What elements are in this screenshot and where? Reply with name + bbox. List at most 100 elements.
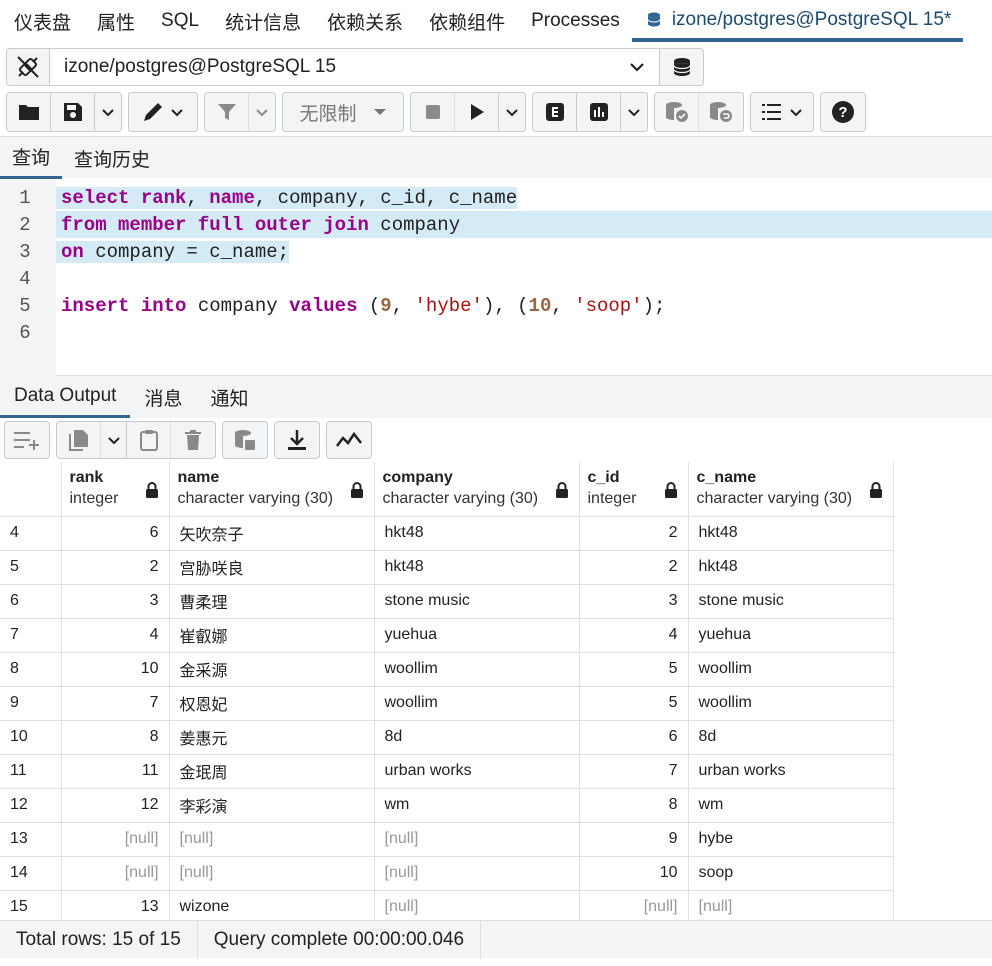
explain-button[interactable] [533,93,577,131]
table-cell[interactable]: urban works [688,754,894,789]
table-cell[interactable]: woollim [374,686,580,721]
table-cell[interactable]: 2 [61,550,170,585]
table-cell[interactable]: hybe [688,822,894,857]
execute-dropdown-button[interactable] [499,93,525,131]
table-cell[interactable]: 8d [688,720,894,755]
copy-button[interactable] [57,422,101,458]
row-number[interactable]: 8 [0,652,62,687]
table-cell[interactable]: [null] [61,822,170,857]
table-cell[interactable]: 12 [61,788,170,823]
table-cell[interactable]: 7 [579,754,689,789]
table-cell[interactable]: [null] [374,856,580,891]
table-cell[interactable]: yuehua [688,618,894,653]
copy-dropdown-button[interactable] [101,422,127,458]
table-cell[interactable]: [null] [374,822,580,857]
row-number[interactable]: 15 [0,890,62,925]
table-cell[interactable]: 10 [579,856,689,891]
tab-dashboard[interactable]: 仪表盘 [0,0,83,42]
table-cell[interactable]: 9 [579,822,689,857]
table-cell[interactable]: 矢吹奈子 [169,516,375,551]
table-cell[interactable]: wm [688,788,894,823]
table-row[interactable]: 4 6 矢吹奈子 hkt48 2 hkt48 [0,516,894,551]
table-cell[interactable]: woollim [688,652,894,687]
table-cell[interactable]: [null] [579,890,689,925]
add-row-button[interactable] [5,422,49,458]
table-cell[interactable]: [null] [169,856,375,891]
table-cell[interactable]: 8 [61,720,170,755]
table-cell[interactable]: soop [688,856,894,891]
open-file-button[interactable] [7,93,51,131]
table-row[interactable]: 5 2 宫胁咲良 hkt48 2 hkt48 [0,550,894,585]
edit-menu-button[interactable] [129,93,197,131]
column-header-name[interactable]: name character varying (30) [169,462,375,517]
table-row[interactable]: 12 12 李彩演 wm 8 wm [0,788,894,823]
table-cell[interactable]: [null] [169,822,375,857]
table-cell[interactable]: 7 [61,686,170,721]
tab-sql[interactable]: SQL [147,0,211,42]
table-cell[interactable]: stone music [374,584,580,619]
tab-dependencies[interactable]: 依赖关系 [313,0,415,42]
table-cell[interactable]: 6 [579,720,689,755]
tab-statistics[interactable]: 统计信息 [211,0,313,42]
tab-processes[interactable]: Processes [517,0,632,42]
table-cell[interactable]: stone music [688,584,894,619]
table-cell[interactable]: 4 [61,618,170,653]
row-limit-select[interactable]: 无限制 [283,93,403,131]
delete-button[interactable] [171,422,215,458]
column-header-c-name[interactable]: c_name character varying (30) [688,462,894,517]
table-row[interactable]: 8 10 金采源 woollim 5 woollim [0,652,894,687]
table-row[interactable]: 7 4 崔叡娜 yuehua 4 yuehua [0,618,894,653]
table-row[interactable]: 9 7 权恩妃 woollim 5 woollim [0,686,894,721]
row-number[interactable]: 11 [0,754,62,789]
paste-button[interactable] [127,422,171,458]
row-number[interactable]: 6 [0,584,62,619]
table-cell[interactable]: 宫胁咲良 [169,550,375,585]
column-header-c-id[interactable]: c_id integer [579,462,689,517]
tab-query-tool[interactable]: izone/postgres@PostgreSQL 15* [631,0,964,42]
filter-dropdown-button[interactable] [249,93,275,131]
table-cell[interactable]: hkt48 [688,550,894,585]
table-cell[interactable]: woollim [374,652,580,687]
table-cell[interactable]: 13 [61,890,170,925]
table-cell[interactable]: 李彩演 [169,788,375,823]
sql-editor[interactable]: 1 select rank, name, company, c_id, c_na… [0,180,992,376]
column-header-company[interactable]: company character varying (30) [374,462,580,517]
table-cell[interactable]: 3 [579,584,689,619]
tab-dependents[interactable]: 依赖组件 [415,0,517,42]
table-row[interactable]: 10 8 姜惠元 8d 6 8d [0,720,894,755]
table-cell[interactable]: wm [374,788,580,823]
row-number[interactable]: 5 [0,550,62,585]
table-cell[interactable]: 6 [61,516,170,551]
stop-button[interactable] [411,93,455,131]
row-number[interactable]: 12 [0,788,62,823]
save-dropdown-button[interactable] [95,93,121,131]
save-button[interactable] [51,93,95,131]
row-number[interactable]: 4 [0,516,62,551]
table-cell[interactable]: 权恩妃 [169,686,375,721]
table-cell[interactable]: 10 [61,652,170,687]
connection-select[interactable]: izone/postgres@PostgreSQL 15 [50,48,660,86]
macros-button[interactable] [751,93,813,131]
table-cell[interactable]: hkt48 [688,516,894,551]
explain-analyze-button[interactable] [577,93,621,131]
table-cell[interactable]: urban works [374,754,580,789]
table-cell[interactable]: wizone [169,890,375,925]
table-cell[interactable]: 11 [61,754,170,789]
table-cell[interactable]: 5 [579,686,689,721]
tab-notifications[interactable]: 通知 [196,376,262,418]
help-button[interactable]: ? [821,93,865,131]
table-cell[interactable]: woollim [688,686,894,721]
table-cell[interactable]: hkt48 [374,516,580,551]
connection-status-button[interactable] [6,48,50,86]
table-cell[interactable]: 姜惠元 [169,720,375,755]
tab-query-history[interactable]: 查询历史 [62,137,162,179]
table-cell[interactable]: 崔叡娜 [169,618,375,653]
tab-data-output[interactable]: Data Output [0,376,131,418]
row-number[interactable]: 13 [0,822,62,857]
table-cell[interactable]: 8 [579,788,689,823]
table-cell[interactable]: 2 [579,550,689,585]
table-cell[interactable]: [null] [688,890,894,925]
table-row[interactable]: 11 11 金珉周 urban works 7 urban works [0,754,894,789]
row-number[interactable]: 14 [0,856,62,891]
table-cell[interactable]: 曹柔理 [169,584,375,619]
